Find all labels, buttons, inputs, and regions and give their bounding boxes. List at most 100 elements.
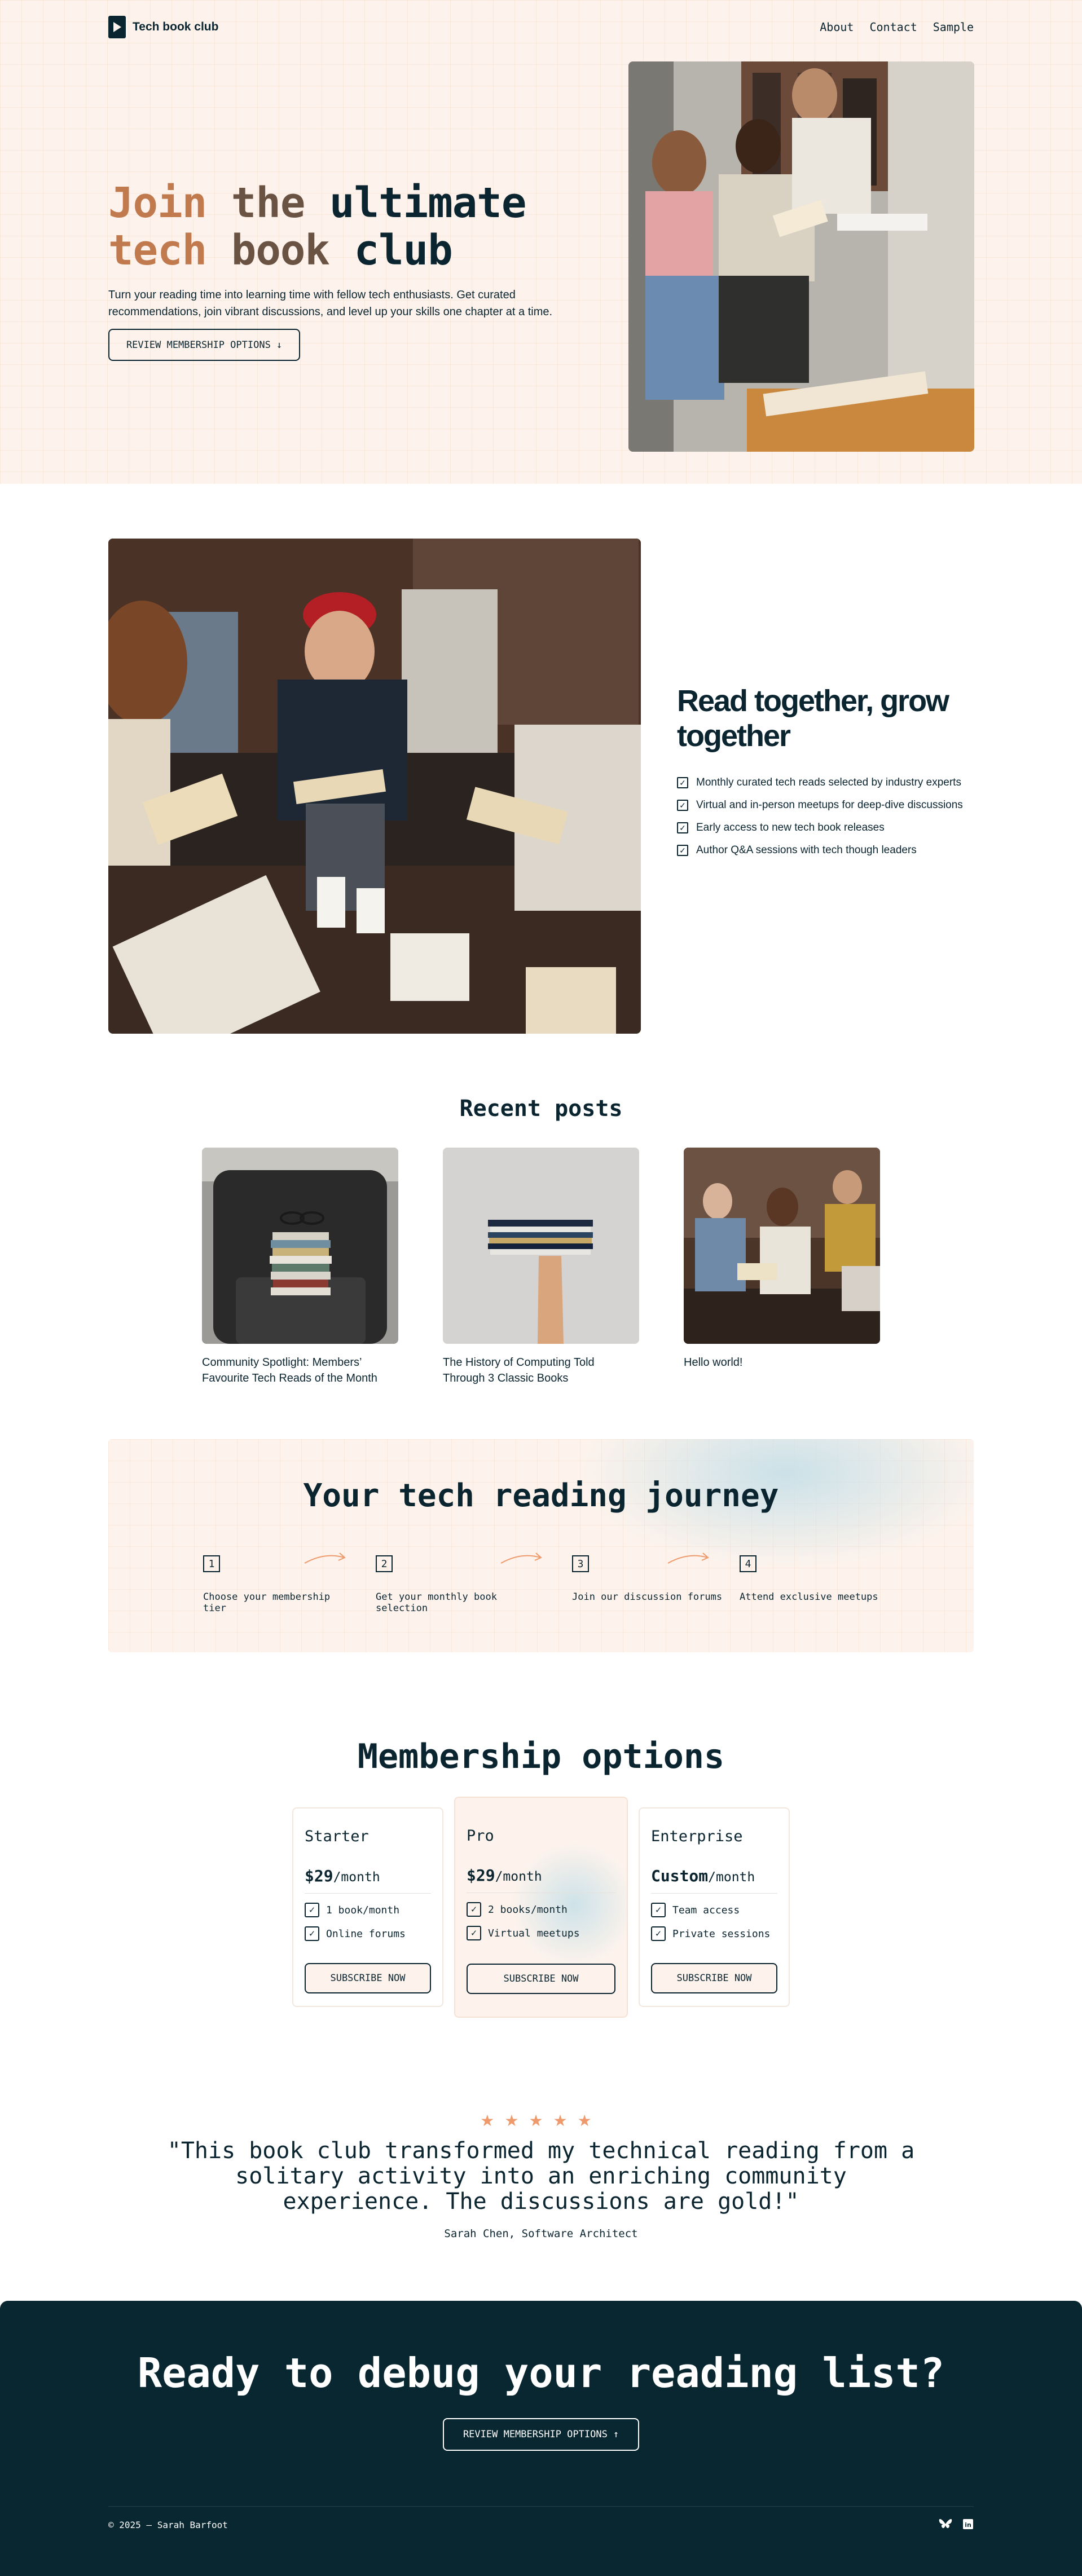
arrow-down-icon: ↓ bbox=[276, 339, 283, 351]
curved-arrow-icon bbox=[500, 1552, 542, 1564]
linkedin-letters: in bbox=[965, 2521, 971, 2529]
plan-name: Enterprise bbox=[651, 1828, 743, 1845]
checkbox-checked-icon: ✓ bbox=[677, 800, 688, 811]
step-text: Get your monthly book selection bbox=[376, 1591, 497, 1614]
step-text: Join our discussion forums bbox=[572, 1591, 723, 1603]
recent-posts-title: Recent posts bbox=[459, 1096, 623, 1122]
plan-card-starter: Starter $29/month ✓ 1 book/month ✓ Online … bbox=[292, 1807, 443, 2007]
post-thumbnail-group-discussion[interactable] bbox=[684, 1148, 880, 1344]
subscribe-button-starter[interactable]: SUBSCRIBE NOW bbox=[305, 1963, 431, 1993]
review-membership-button[interactable]: REVIEW MEMBERSHIP OPTIONS ↓ bbox=[108, 329, 300, 361]
footer-divider bbox=[108, 2506, 974, 2507]
button-label: REVIEW MEMBERSHIP OPTIONS bbox=[126, 339, 271, 351]
group-reading-circle-photo bbox=[108, 539, 641, 1034]
post-title-link[interactable]: Hello world! bbox=[684, 1355, 880, 1370]
list-item: ✓ Virtual and in-person meetups for deep-… bbox=[677, 798, 970, 813]
curved-arrow-icon bbox=[667, 1552, 709, 1564]
plan-name: Pro bbox=[467, 1827, 494, 1845]
plan-feature: ✓ 2 books/month bbox=[467, 1902, 615, 1917]
checkbox-checked-icon: ✓ bbox=[677, 777, 688, 788]
reading-journey-section: Your tech reading journey 1 Choose your … bbox=[108, 1439, 974, 1652]
copyright: © 2025 — Sarah Barfoot bbox=[108, 2520, 228, 2530]
hero-title-word: book bbox=[231, 226, 330, 275]
hero-title: Join the ultimate tech book club bbox=[108, 179, 593, 274]
nav-link-about[interactable]: About bbox=[820, 20, 854, 34]
post-title-link[interactable]: The History of Computing Told Through 3 … bbox=[443, 1355, 639, 1386]
book-logo-icon bbox=[108, 16, 126, 38]
nav-link-contact[interactable]: Contact bbox=[869, 20, 917, 34]
price-period: /month bbox=[495, 1869, 542, 1884]
step-number: 2 bbox=[376, 1555, 393, 1572]
checkbox-checked-icon: ✓ bbox=[651, 1926, 666, 1941]
hero-title-word: tech bbox=[108, 226, 207, 275]
step-number: 3 bbox=[572, 1555, 589, 1572]
feature-text: Monthly curated tech reads selected by i… bbox=[696, 777, 961, 788]
plan-feature: ✓ Team access bbox=[651, 1903, 777, 1917]
plan-feature: ✓ 1 book/month bbox=[305, 1903, 431, 1917]
post-thumbnail-book-stack-hand[interactable] bbox=[443, 1148, 639, 1344]
step-number: 1 bbox=[203, 1555, 220, 1572]
navbar: Tech book club About Contact Sample bbox=[108, 16, 974, 38]
hero-title-word: club bbox=[354, 226, 453, 275]
feature-text: Virtual meetups bbox=[488, 1927, 580, 1939]
checkbox-checked-icon: ✓ bbox=[305, 1903, 319, 1917]
hero-description: Turn your reading time into learning tim… bbox=[108, 289, 553, 318]
subscribe-button-pro[interactable]: SUBSCRIBE NOW bbox=[467, 1964, 615, 1994]
feature-text: Team access bbox=[672, 1904, 740, 1916]
feature-text: 1 book/month bbox=[326, 1904, 400, 1916]
plan-feature: ✓ Virtual meetups bbox=[467, 1926, 615, 1940]
checkbox-checked-icon: ✓ bbox=[305, 1926, 319, 1941]
testimonial-quote: "This book club transformed my technical… bbox=[167, 2138, 915, 2215]
membership-title: Membership options bbox=[357, 1737, 725, 1776]
feature-text: Early access to new tech book releases bbox=[696, 822, 885, 833]
hero-group-reading-photo bbox=[628, 61, 974, 452]
curved-arrow-icon bbox=[304, 1552, 346, 1564]
subscribe-button-enterprise[interactable]: SUBSCRIBE NOW bbox=[651, 1963, 777, 1993]
price-value: $29 bbox=[305, 1867, 333, 1885]
checkbox-checked-icon: ✓ bbox=[677, 845, 688, 856]
step-text: Choose your membership tier bbox=[203, 1591, 331, 1614]
post-title-link[interactable]: Community Spotlight: Members’ Favourite … bbox=[202, 1355, 398, 1386]
plan-feature: ✓ Private sessions bbox=[651, 1926, 777, 1941]
feature-text: Virtual and in-person meetups for deep-d… bbox=[696, 799, 963, 811]
features-list: ✓ Monthly curated tech reads selected by … bbox=[677, 775, 970, 866]
list-item: ✓ Monthly curated tech reads selected by … bbox=[677, 775, 970, 790]
feature-text: Author Q&A sessions with tech though lea… bbox=[696, 844, 917, 856]
journey-title: Your tech reading journey bbox=[303, 1477, 779, 1514]
price-period: /month bbox=[708, 1870, 755, 1885]
price-period: /month bbox=[333, 1870, 380, 1885]
cta-review-membership-button[interactable]: REVIEW MEMBERSHIP OPTIONS ↑ bbox=[443, 2418, 639, 2451]
price-value: Custom bbox=[651, 1867, 709, 1885]
cta-title: Ready to debug your reading list? bbox=[137, 2349, 945, 2397]
plan-price: Custom/month bbox=[651, 1867, 777, 1894]
post-thumbnail-books-on-chair[interactable] bbox=[202, 1148, 398, 1344]
hero-title-word: ultimate bbox=[329, 179, 526, 227]
brand[interactable]: Tech book club bbox=[108, 16, 218, 38]
linkedin-icon[interactable]: in bbox=[962, 2518, 974, 2530]
features-title: Read together, grow together bbox=[677, 684, 949, 753]
hero-section: Tech book club About Contact Sample Join… bbox=[0, 0, 1082, 484]
arrow-up-icon: ↑ bbox=[613, 2429, 619, 2440]
nav-links: About Contact Sample bbox=[820, 20, 974, 34]
checkbox-checked-icon: ✓ bbox=[677, 822, 688, 833]
brand-name: Tech book club bbox=[133, 20, 219, 33]
bluesky-icon[interactable] bbox=[939, 2518, 952, 2530]
feature-text: 2 books/month bbox=[488, 1903, 568, 1916]
plan-price: $29/month bbox=[305, 1867, 431, 1894]
checkbox-checked-icon: ✓ bbox=[651, 1903, 666, 1917]
feature-text: Online forums bbox=[326, 1927, 406, 1940]
star-rating-icon: ★★★★★ bbox=[480, 2112, 602, 2129]
checkbox-checked-icon: ✓ bbox=[467, 1926, 481, 1940]
checkbox-checked-icon: ✓ bbox=[467, 1902, 481, 1917]
feature-text: Private sessions bbox=[672, 1927, 771, 1940]
footer: Ready to debug your reading list? REVIEW… bbox=[0, 2301, 1082, 2576]
plan-price: $29/month bbox=[467, 1866, 615, 1893]
plan-name: Starter bbox=[305, 1828, 369, 1845]
hero-title-word: Join bbox=[108, 179, 207, 227]
nav-link-sample[interactable]: Sample bbox=[933, 20, 974, 34]
plan-card-pro: Pro $29/month ✓ 2 books/month ✓ Virtual me… bbox=[454, 1797, 628, 2018]
hero-title-word: the bbox=[231, 179, 306, 227]
button-label: REVIEW MEMBERSHIP OPTIONS bbox=[463, 2429, 608, 2440]
step-number: 4 bbox=[740, 1555, 756, 1572]
list-item: ✓ Early access to new tech book releases bbox=[677, 821, 970, 835]
